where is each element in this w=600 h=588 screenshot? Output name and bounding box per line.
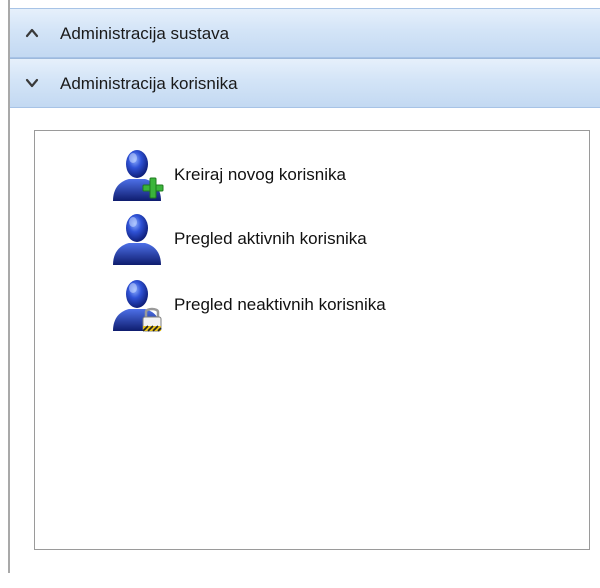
user-add-icon xyxy=(105,143,169,207)
chevron-up-icon xyxy=(24,25,40,41)
admin-window: Administracija sustava Administracija ko… xyxy=(0,0,600,573)
menu-item-label: Kreiraj novog korisnika xyxy=(174,165,346,184)
user-locked-icon xyxy=(105,273,169,337)
menu-item-create-user[interactable]: Kreiraj novog korisnika xyxy=(105,143,505,207)
menu-item-label: Pregled aktivnih korisnika xyxy=(174,229,367,248)
accordion-header-user-admin[interactable]: Administracija korisnika xyxy=(10,58,600,108)
accordion-header-label: Administracija korisnika xyxy=(60,74,238,93)
accordion-header-label: Administracija sustava xyxy=(60,24,230,43)
chevron-down-icon xyxy=(24,75,40,91)
accordion-header-system-admin[interactable]: Administracija sustava xyxy=(10,8,600,58)
user-menu-box: Kreiraj novog korisnika Pregled aktivnih… xyxy=(34,130,590,550)
menu-item-active-users[interactable]: Pregled aktivnih korisnika xyxy=(105,207,505,271)
user-icon xyxy=(105,207,169,271)
admin-accordion: Administracija sustava Administracija ko… xyxy=(10,8,600,588)
user-admin-panel: Kreiraj novog korisnika Pregled aktivnih… xyxy=(10,108,600,588)
menu-item-label: Pregled neaktivnih korisnika xyxy=(174,295,386,314)
menu-item-inactive-users[interactable]: Pregled neaktivnih korisnika xyxy=(105,273,505,337)
